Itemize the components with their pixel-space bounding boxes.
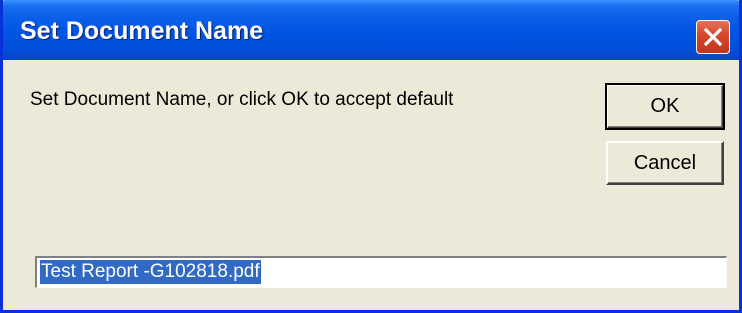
title-bar[interactable]: Set Document Name xyxy=(3,0,739,60)
document-name-input[interactable]: Test Report -G102818.pdf xyxy=(35,256,727,288)
ok-button[interactable]: OK xyxy=(605,83,725,130)
close-button[interactable] xyxy=(696,20,730,54)
cancel-button[interactable]: Cancel xyxy=(606,141,724,185)
prompt-label: Set Document Name, or click OK to accept… xyxy=(30,89,454,110)
window-title: Set Document Name xyxy=(20,17,264,45)
set-document-name-dialog: Set Document Name Set Document Name, or … xyxy=(0,0,742,313)
document-name-value: Test Report -G102818.pdf xyxy=(40,260,261,284)
